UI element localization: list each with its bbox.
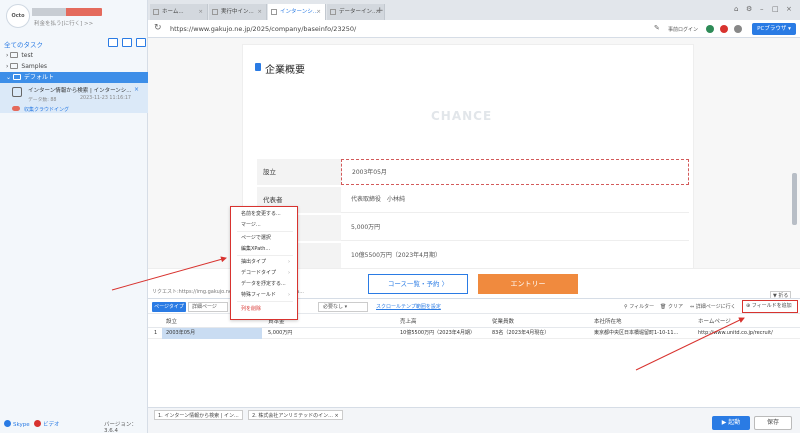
annotation-arrows: [111, 256, 745, 371]
arrow-to-add-field: [635, 317, 745, 371]
arrow-to-menu: [111, 256, 227, 291]
